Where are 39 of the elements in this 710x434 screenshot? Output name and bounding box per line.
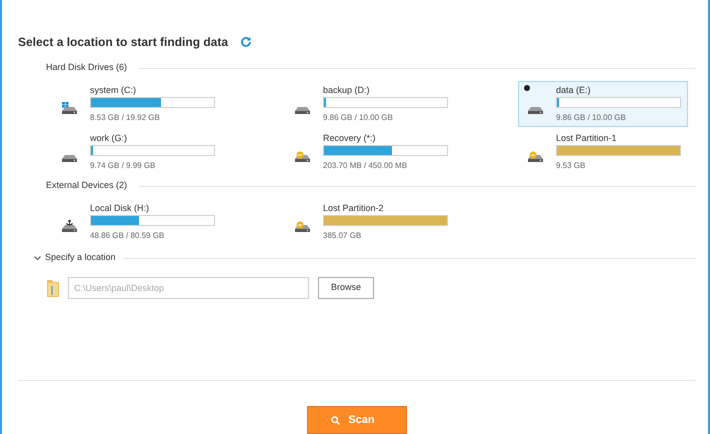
- drive-card[interactable]: data (E:) 9.86 GB / 10.00 GB: [518, 81, 688, 127]
- drive-size: 9.53 GB: [556, 160, 586, 172]
- drive-size: 48.86 GB / 80.59 GB: [90, 230, 166, 242]
- drive-name: data (E:): [556, 84, 592, 96]
- drive-size: 203.70 MB / 450.00 MB: [323, 160, 408, 172]
- drive-with-minus-icon: [527, 150, 544, 163]
- specify-location-toggle[interactable]: Specify a location: [34, 251, 116, 265]
- drive-name: Lost Partition-1: [556, 132, 618, 144]
- drive-size: 9.86 GB / 10.00 GB: [323, 112, 394, 124]
- drive-card[interactable]: work (G:) 9.74 GB / 9.99 GB: [52, 129, 222, 175]
- drive-card[interactable]: Local Disk (H:) 48.86 GB / 80.59 GB: [52, 199, 222, 245]
- folder-icon: [46, 278, 60, 298]
- drive-name: Local Disk (H:): [90, 202, 150, 214]
- drive-card[interactable]: Recovery (*:) 203.70 MB / 450.00 MB: [285, 129, 455, 175]
- section-heading: Hard Disk Drives (6): [46, 61, 128, 74]
- drive-name: Recovery (*:): [323, 132, 377, 144]
- page-heading: Select a location to start finding data: [18, 34, 228, 51]
- usb-drive-icon: [61, 220, 78, 233]
- drive-card[interactable]: system (C:) 8.53 GB / 19.92 GB: [52, 81, 222, 127]
- drive-size: 9.86 GB / 10.00 GB: [556, 112, 627, 124]
- drive-size: 9.74 GB / 9.99 GB: [90, 160, 156, 172]
- drive-card[interactable]: Lost Partition-1 9.53 GB: [518, 129, 688, 175]
- drive-name: backup (D:): [323, 84, 371, 96]
- location-field[interactable]: C:\Users\paul\Desktop: [68, 277, 309, 299]
- drive-with-minus-icon: [294, 150, 311, 163]
- section-heading: External Devices (2): [46, 179, 128, 192]
- drive-card[interactable]: backup (D:) 9.86 GB / 10.00 GB: [285, 81, 455, 127]
- browse-button[interactable]: Browse: [318, 277, 374, 299]
- drive-size: 8.53 GB / 19.92 GB: [90, 112, 161, 124]
- drive-name: work (G:): [90, 132, 128, 144]
- drive-name: system (C:): [90, 84, 137, 96]
- drive-size: 385.07 GB: [323, 230, 362, 242]
- drive-with-minus-icon: [294, 220, 311, 233]
- chevron-icon: [34, 256, 41, 260]
- drive-name: Lost Partition-2: [323, 202, 385, 214]
- search-icon: [331, 416, 340, 424]
- refresh-icon[interactable]: [240, 36, 252, 48]
- drive-card[interactable]: Lost Partition-2 385.07 GB: [285, 199, 455, 245]
- windows-drive-icon: [61, 102, 78, 115]
